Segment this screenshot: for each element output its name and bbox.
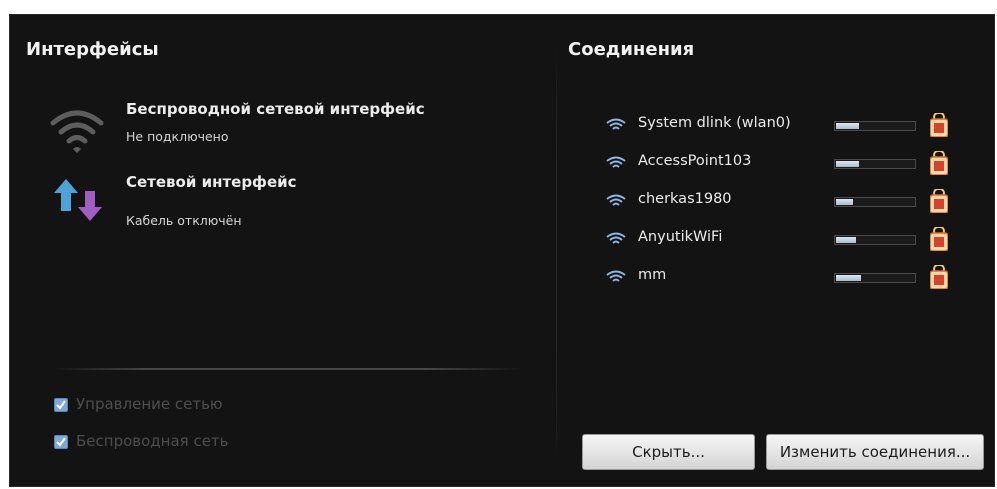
hide-button[interactable]: Скрыть... <box>582 434 755 470</box>
signal-strength-fill <box>836 123 859 129</box>
network-management-label: Управление сетью <box>76 395 223 413</box>
signal-strength-meter <box>834 197 916 207</box>
vertical-divider <box>556 45 557 465</box>
wifi-icon <box>606 155 626 174</box>
lock-icon <box>929 150 949 179</box>
connection-item[interactable]: AnyutikWiFi <box>606 226 966 252</box>
lock-icon <box>929 226 949 255</box>
connections-title: Соединения <box>568 39 695 60</box>
edit-connections-button[interactable]: Изменить соединения... <box>766 434 984 470</box>
wifi-icon <box>606 231 626 250</box>
wireless-interface-name: Беспроводной сетевой интерфейс <box>126 100 425 118</box>
wifi-icon <box>50 105 104 161</box>
signal-strength-meter <box>834 235 916 245</box>
wired-interface-status: Кабель отключён <box>126 213 242 228</box>
wifi-icon <box>606 193 626 212</box>
connection-name: mm <box>638 267 667 283</box>
signal-strength-meter <box>834 273 916 283</box>
interfaces-title: Интерфейсы <box>26 39 159 60</box>
signal-strength-fill <box>836 161 859 167</box>
wireless-network-label: Беспроводная сеть <box>76 432 229 450</box>
connection-name: AccessPoint103 <box>638 153 752 169</box>
signal-strength-fill <box>836 199 853 205</box>
lock-icon <box>929 112 949 141</box>
signal-strength-meter <box>834 121 916 131</box>
signal-strength-fill <box>836 275 861 281</box>
wifi-icon <box>606 117 626 136</box>
connection-name: AnyutikWiFi <box>638 229 723 245</box>
signal-strength-fill <box>836 237 856 243</box>
connection-item[interactable]: mm <box>606 264 966 290</box>
signal-strength-meter <box>834 159 916 169</box>
network-management-checkbox[interactable] <box>54 398 68 412</box>
connection-name: System dlink (wlan0) <box>638 115 791 131</box>
connection-item[interactable]: AccessPoint103 <box>606 150 966 176</box>
wireless-network-checkbox[interactable] <box>54 435 68 449</box>
horizontal-divider <box>52 368 522 370</box>
lock-icon <box>929 264 949 293</box>
wifi-icon <box>606 269 626 288</box>
network-transfer-icon <box>50 175 108 229</box>
connection-item[interactable]: System dlink (wlan0) <box>606 112 966 138</box>
connection-item[interactable]: cherkas1980 <box>606 188 966 214</box>
network-panel: Интерфейсы Беспроводной сетевой интерфей… <box>9 14 995 487</box>
lock-icon <box>929 188 949 217</box>
connection-name: cherkas1980 <box>638 191 732 207</box>
wired-interface-name: Сетевой интерфейс <box>126 173 297 191</box>
wireless-interface-status: Не подключено <box>126 129 229 144</box>
